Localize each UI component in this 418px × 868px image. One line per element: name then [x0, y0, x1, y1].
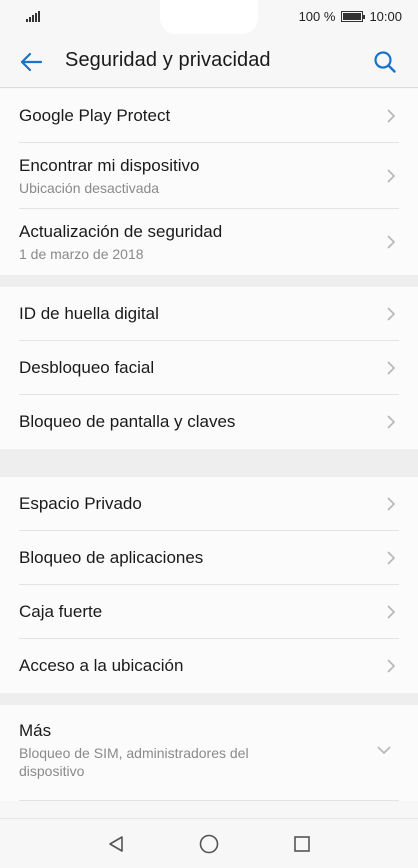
settings-list: Google Play Protect Encontrar mi disposi… [0, 89, 418, 801]
setting-label: Encontrar mi dispositivo [19, 155, 200, 175]
setting-label: Más [19, 721, 52, 740]
chevron-right-icon [387, 605, 396, 619]
circle-home-icon [199, 834, 219, 854]
setting-fingerprint-id[interactable]: ID de huella digital [0, 287, 418, 341]
settings-group-2: ID de huella digital Desbloqueo facial B… [0, 287, 418, 449]
settings-group-1: Google Play Protect Encontrar mi disposi… [0, 89, 418, 275]
chevron-down-icon [377, 746, 391, 755]
setting-location-access[interactable]: Acceso a la ubicación [0, 639, 418, 693]
setting-sublabel: Ubicación desactivada [19, 179, 160, 196]
camera-notch [160, 0, 258, 34]
navigation-bar [0, 818, 418, 868]
setting-screen-lock[interactable]: Bloqueo de pantalla y claves [0, 395, 418, 449]
status-bar: 100 % 10:00 [0, 0, 418, 34]
chevron-right-icon [387, 109, 396, 123]
setting-label: Google Play Protect [19, 106, 171, 125]
chevron-right-icon [387, 551, 396, 565]
status-right: 100 % 10:00 [299, 9, 402, 24]
settings-group-3: Espacio Privado Bloqueo de aplicaciones … [0, 477, 418, 693]
setting-label: Espacio Privado [19, 494, 142, 513]
section-gap [0, 449, 418, 477]
square-recents-icon [294, 836, 310, 852]
chevron-right-icon [387, 497, 396, 511]
search-icon [374, 51, 396, 73]
setting-google-play-protect[interactable]: Google Play Protect [0, 89, 418, 143]
chevron-right-icon [387, 361, 396, 375]
setting-more[interactable]: Más Bloqueo de SIM, administradores del … [0, 705, 418, 801]
chevron-right-icon [387, 169, 396, 183]
setting-face-unlock[interactable]: Desbloqueo facial [0, 341, 418, 395]
setting-label: Bloqueo de pantalla y claves [19, 412, 236, 431]
back-button[interactable] [16, 47, 46, 77]
chevron-right-icon [387, 415, 396, 429]
section-gap [0, 275, 418, 287]
setting-sublabel: Bloqueo de SIM, administradores del disp… [19, 745, 249, 779]
divider [19, 800, 399, 801]
battery-icon [341, 11, 366, 22]
setting-app-lock[interactable]: Bloqueo de aplicaciones [0, 531, 418, 585]
search-button[interactable] [370, 47, 400, 77]
app-bar: Seguridad y privacidad [0, 34, 418, 88]
setting-sublabel: 1 de marzo de 2018 [19, 245, 144, 262]
setting-security-update[interactable]: Actualización de seguridad 1 de marzo de… [0, 209, 418, 275]
setting-label: Actualización de seguridad [19, 221, 223, 241]
settings-group-4: Más Bloqueo de SIM, administradores del … [0, 705, 418, 801]
setting-label: Bloqueo de aplicaciones [19, 548, 204, 567]
arrow-left-icon [20, 52, 43, 72]
chevron-right-icon [387, 235, 396, 249]
setting-label: Acceso a la ubicación [19, 656, 184, 675]
section-gap [0, 693, 418, 705]
chevron-right-icon [387, 307, 396, 321]
chevron-right-icon [387, 659, 396, 673]
clock: 10:00 [369, 9, 402, 24]
nav-back-button[interactable] [104, 832, 128, 856]
setting-find-my-device[interactable]: Encontrar mi dispositivo Ubicación desac… [0, 143, 418, 209]
setting-label: Desbloqueo facial [19, 358, 155, 377]
nav-recents-button[interactable] [290, 832, 314, 856]
signal-icon [26, 11, 40, 22]
battery-percentage: 100 % [298, 9, 336, 24]
setting-safe[interactable]: Caja fuerte [0, 585, 418, 639]
setting-label: ID de huella digital [19, 304, 159, 323]
setting-label: Caja fuerte [19, 602, 103, 621]
setting-private-space[interactable]: Espacio Privado [0, 477, 418, 531]
triangle-back-icon [109, 836, 123, 852]
nav-home-button[interactable] [197, 832, 221, 856]
page-title: Seguridad y privacidad [65, 49, 271, 71]
